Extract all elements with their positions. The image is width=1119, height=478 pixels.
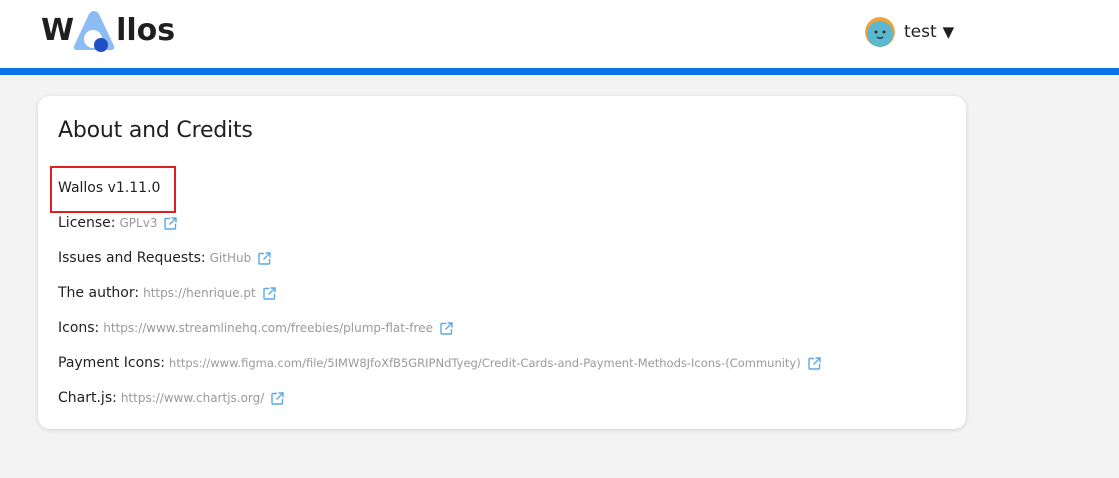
external-link-icon[interactable] (808, 356, 821, 370)
credit-link[interactable]: GPLv3 (120, 216, 158, 230)
credit-row-author: The author: https://henrique.pt (58, 285, 276, 301)
credit-link[interactable]: https://www.figma.com/file/5IMW8JfoXfB5G… (169, 356, 801, 370)
avatar-icon[interactable] (865, 17, 895, 47)
chevron-down-icon[interactable]: ▼ (943, 23, 955, 41)
credit-row-license: License: GPLv3 (58, 215, 178, 231)
credit-label: The author: (58, 285, 140, 301)
credit-row-payment-icons: Payment Icons: https://www.figma.com/fil… (58, 355, 821, 371)
credit-label: Payment Icons: (58, 355, 166, 371)
credit-label: Icons: (58, 320, 100, 336)
username-label[interactable]: test (904, 22, 937, 42)
logo-mark-icon (70, 8, 118, 54)
credit-label: License: (58, 215, 116, 231)
external-link-icon[interactable] (271, 391, 285, 405)
credit-label: Chart.js: (58, 390, 117, 406)
user-menu[interactable]: test ▼ (865, 16, 954, 48)
credit-row-chartjs: Chart.js: https://www.chartjs.org/ (58, 390, 285, 406)
credit-link[interactable]: https://www.chartjs.org/ (121, 391, 265, 405)
credit-link[interactable]: GitHub (210, 251, 252, 265)
external-link-icon[interactable] (440, 321, 453, 335)
logo-text-suffix: llos (116, 13, 176, 48)
credit-link[interactable]: https://www.streamlinehq.com/freebies/pl… (103, 321, 433, 335)
external-link-icon[interactable] (258, 251, 271, 265)
about-card: About and Credits Wallos v1.11.0 License… (38, 96, 966, 429)
credit-row-icons: Icons: https://www.streamlinehq.com/free… (58, 320, 453, 336)
credit-label: Issues and Requests: (58, 250, 206, 266)
credit-row-issues: Issues and Requests: GitHub (58, 250, 271, 266)
top-header: W llos test ▼ (0, 0, 1119, 68)
external-link-icon[interactable] (263, 286, 276, 300)
version-label: Wallos v1.11.0 (58, 180, 161, 196)
header-accent-bar (0, 68, 1119, 75)
credit-link[interactable]: https://henrique.pt (143, 286, 256, 300)
wallos-logo[interactable]: W llos (41, 8, 175, 54)
external-link-icon[interactable] (164, 216, 178, 230)
page-title: About and Credits (58, 118, 253, 143)
